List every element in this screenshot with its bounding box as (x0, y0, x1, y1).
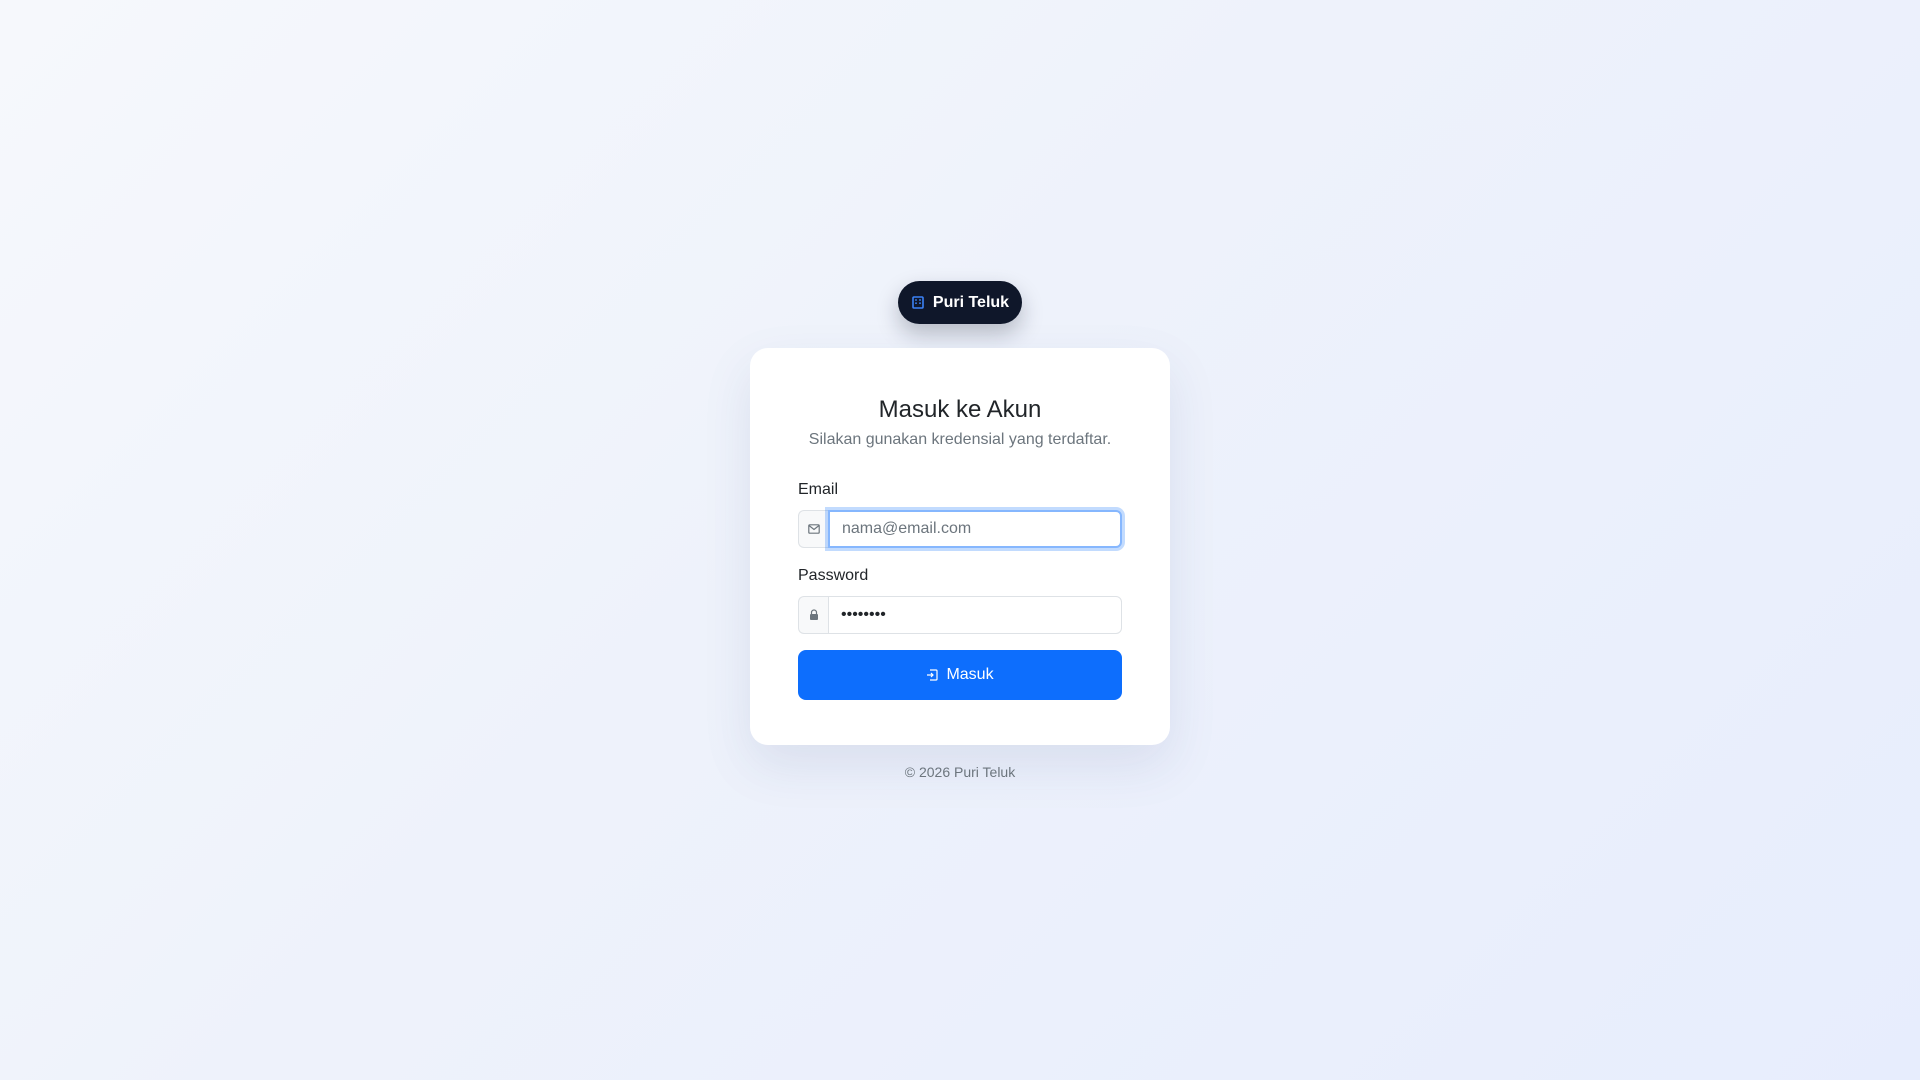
brand-name: Puri Teluk (932, 293, 1010, 311)
email-field[interactable] (828, 510, 1122, 548)
login-card: Masuk ke Akun Silakan gunakan kredensial… (750, 348, 1170, 745)
building-icon (911, 296, 925, 310)
lock-icon (798, 596, 828, 634)
email-label: Email (798, 481, 839, 498)
password-label: Password (798, 567, 869, 584)
login-button-label: Masuk (946, 666, 994, 683)
envelope-icon (798, 510, 828, 548)
footer-copyright: © 2026 Puri Teluk (904, 764, 1016, 780)
brand-badge: Puri Teluk (898, 281, 1022, 324)
page-title: Masuk ke Akun (878, 396, 1042, 423)
page-subtitle: Silakan gunakan kredensial yang terdafta… (808, 431, 1112, 448)
email-input-group (798, 510, 1122, 548)
login-button[interactable]: Masuk (798, 650, 1122, 700)
password-field[interactable] (828, 596, 1122, 634)
password-input-group (798, 596, 1122, 634)
sign-in-icon (926, 669, 939, 681)
